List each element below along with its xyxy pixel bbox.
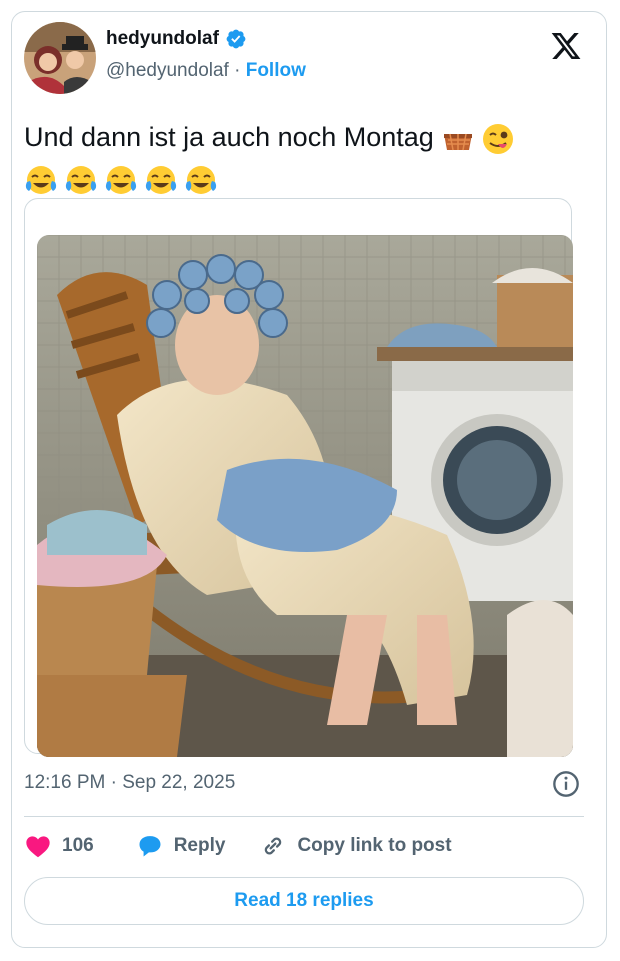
- tweet-text: Und dann ist ja auch noch Montag: [24, 116, 580, 200]
- post-timestamp[interactable]: 12:16 PM · Sep 22, 2025: [24, 772, 235, 794]
- winking-tongue-emoji: [483, 123, 514, 154]
- info-icon[interactable]: [552, 770, 580, 798]
- tweet-header: hedyundolaf @hedyundolaf · Follow: [24, 22, 584, 102]
- post-image[interactable]: [37, 235, 573, 757]
- heart-icon: [26, 836, 50, 858]
- handle[interactable]: @hedyundolaf: [106, 60, 229, 81]
- name-row: hedyundolaf: [106, 28, 247, 50]
- like-count: 106: [62, 835, 94, 856]
- read-replies-button[interactable]: Read 18 replies: [24, 877, 584, 925]
- tears-of-joy-emoji: [65, 165, 97, 194]
- tears-of-joy-emoji: [145, 165, 177, 194]
- handle-row: @hedyundolaf · Follow: [106, 60, 306, 82]
- x-logo-icon[interactable]: [550, 30, 582, 62]
- reply-bubble-icon: [139, 836, 161, 857]
- copy-link-label: Copy link to post: [297, 835, 452, 856]
- follow-button[interactable]: Follow: [246, 60, 306, 81]
- link-icon: [265, 837, 282, 855]
- tears-of-joy-emoji: [105, 165, 137, 194]
- action-bar: 106 Reply Copy link to post: [24, 828, 584, 864]
- basket-emoji: [444, 133, 473, 151]
- separator: ·: [228, 60, 246, 81]
- like-button[interactable]: 106: [24, 832, 94, 860]
- tweet-body: Und dann ist ja auch noch Montag: [24, 122, 442, 152]
- display-name[interactable]: hedyundolaf: [106, 28, 219, 50]
- verified-badge-icon: [226, 29, 246, 49]
- reply-button[interactable]: Reply: [136, 832, 226, 860]
- copy-link-button[interactable]: Copy link to post: [259, 832, 452, 860]
- reply-label: Reply: [173, 835, 226, 856]
- divider: [24, 816, 584, 817]
- tears-of-joy-emoji: [25, 165, 57, 194]
- avatar[interactable]: [24, 22, 96, 94]
- tears-of-joy-emoji: [185, 165, 217, 194]
